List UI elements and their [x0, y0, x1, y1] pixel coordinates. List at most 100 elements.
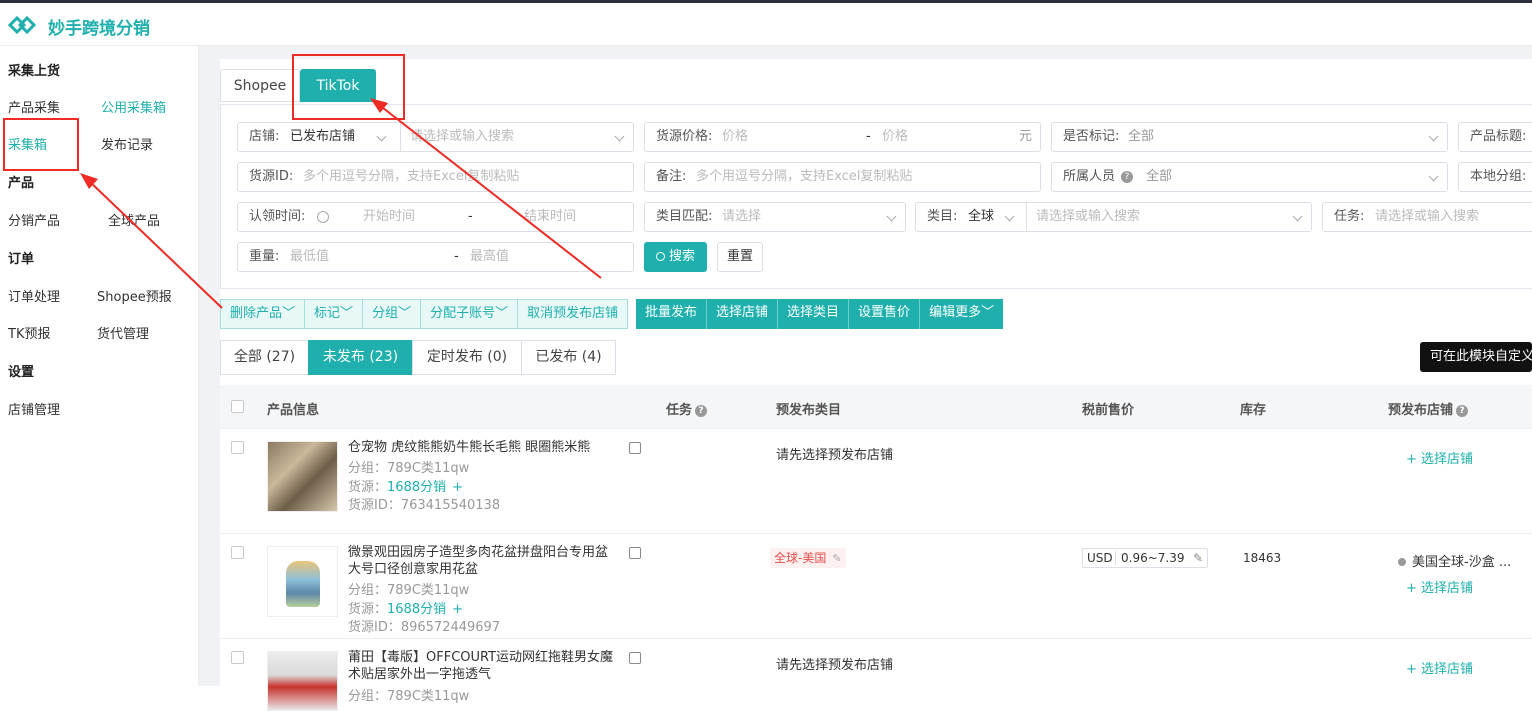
sidebar-item-tk-forecast[interactable]: TK预报 — [8, 323, 50, 342]
price-max-placeholder: 价格 — [882, 129, 909, 144]
edit-icon[interactable] — [629, 547, 641, 559]
main-area: Shopee TikTok 店铺: 已发布店铺 请选择或输入搜索 货源价格: 价… — [199, 46, 1532, 711]
status-tab-unpublished[interactable]: 未发布 (23) — [308, 340, 413, 375]
logo-icon — [8, 15, 36, 35]
edit-icon[interactable] — [629, 652, 641, 664]
task-placeholder: 请选择或输入搜索 — [1375, 209, 1480, 224]
note-filter[interactable]: 备注: 多个用逗号分隔，支持Excel复制粘贴 — [644, 162, 1041, 192]
sidebar-section-order: 订单 — [8, 252, 35, 267]
delete-product-dropdown[interactable]: 删除产品﹀ — [220, 299, 306, 329]
local-group-filter[interactable]: 本地分组: — [1458, 162, 1532, 192]
select-all-checkbox[interactable] — [231, 400, 244, 413]
product-image[interactable] — [267, 651, 338, 711]
category-tag[interactable]: 全球-美国 ✎ — [770, 548, 846, 568]
marked-filter[interactable]: 是否标记: 全部 — [1051, 122, 1448, 152]
edit-icon[interactable] — [629, 442, 641, 454]
sidebar-item-shopee-forecast[interactable]: Shopee预报 — [97, 286, 172, 305]
cat-label: 类目: — [927, 209, 958, 224]
prepublish-store: 美国全球-沙盒 ... — [1398, 551, 1511, 570]
chevron-down-icon: ﹀ — [398, 306, 412, 321]
product-image[interactable] — [267, 546, 338, 617]
mark-label: 标记 — [314, 306, 341, 321]
bulk-actions-light: 删除产品﹀ 标记﹀ 分组﹀ 分配子账号﹀ 取消预发布店铺 — [220, 299, 629, 329]
pencil-icon[interactable]: ✎ — [1193, 549, 1203, 567]
claim-time-filter[interactable]: 认领时间: 开始时间 - 结束时间 — [237, 202, 634, 232]
status-tab-published[interactable]: 已发布 (4) — [521, 340, 616, 375]
batch-publish-button[interactable]: 批量发布 — [636, 299, 708, 329]
edit-more-dropdown[interactable]: 编辑更多﹀ — [920, 299, 1004, 329]
sidebar-item-collect-box[interactable]: 采集箱 — [8, 134, 47, 153]
select-category-button[interactable]: 选择类目 — [778, 299, 850, 329]
product-source: 货源：1688分销 + — [348, 598, 463, 617]
task-filter[interactable]: 任务: 请选择或输入搜索 — [1322, 202, 1532, 232]
title-label: 产品标题: — [1470, 129, 1527, 144]
price-filter[interactable]: 货源价格: 价格 - 价格 元 — [644, 122, 1041, 152]
cat-value: 全球 — [968, 209, 995, 224]
owner-filter[interactable]: 所属人员 ? 全部 — [1051, 162, 1448, 192]
col-stock: 库存 — [1240, 403, 1267, 418]
source-id-filter[interactable]: 货源ID: 多个用逗号分隔，支持Excel复制粘贴 — [237, 162, 634, 192]
row-checkbox[interactable] — [231, 546, 244, 559]
sidebar-item-global-product[interactable]: 全球产品 — [108, 210, 160, 229]
product-image[interactable] — [267, 441, 338, 512]
category-filter[interactable]: 类目: 全球 请选择或输入搜索 — [915, 202, 1312, 232]
source-prefix: 货源： — [348, 602, 388, 617]
row-checkbox[interactable] — [231, 651, 244, 664]
sidebar-item-product-collect[interactable]: 产品采集 — [8, 97, 60, 116]
price-unit: 元 — [1019, 129, 1033, 144]
cancel-prepublish-button[interactable]: 取消预发布店铺 — [518, 299, 629, 329]
plus-icon[interactable]: + — [452, 480, 463, 495]
product-image-shape — [286, 561, 320, 607]
group-dropdown[interactable]: 分组﹀ — [363, 299, 422, 329]
weight-filter[interactable]: 重量: 最低值 - 最高值 — [237, 242, 634, 272]
sidebar-item-store-manage[interactable]: 店铺管理 — [8, 399, 60, 418]
status-dot-icon — [1398, 558, 1406, 566]
plus-icon[interactable]: + — [452, 602, 463, 617]
source-id-label: 货源ID: — [249, 169, 294, 184]
sidebar-item-order-process[interactable]: 订单处理 — [8, 286, 60, 305]
select-store-link[interactable]: + 选择店铺 — [1406, 448, 1473, 467]
source-link[interactable]: 1688分销 — [387, 480, 446, 495]
sidebar-item-public-box[interactable]: 公用采集箱 — [101, 97, 166, 116]
select-store-button[interactable]: 选择店铺 — [707, 299, 779, 329]
chevron-down-icon: ﹀ — [495, 306, 509, 321]
status-tab-scheduled[interactable]: 定时发布 (0) — [412, 340, 522, 375]
select-store-link[interactable]: + 选择店铺 — [1406, 577, 1473, 596]
owner-value: 全部 — [1146, 169, 1173, 184]
table-row: 仓宠物 虎纹熊熊奶牛熊长毛熊 眼圈熊米熊 分组：789C类11qw 货源：168… — [220, 429, 1532, 534]
task-label: 任务: — [1334, 209, 1365, 224]
table-header: 产品信息 任务? 预发布类目 税前售价 库存 预发布店铺? — [220, 385, 1532, 429]
pencil-icon[interactable]: ✎ — [832, 552, 841, 565]
product-title[interactable]: 莆田【毒版】OFFCOURT运动网红拖鞋男女魔术贴居家外出一字拖透气 — [348, 649, 620, 683]
select-store-link[interactable]: + 选择店铺 — [1406, 658, 1473, 677]
source-link[interactable]: 1688分销 — [387, 602, 446, 617]
product-title[interactable]: 仓宠物 虎纹熊熊奶牛熊长毛熊 眼圈熊米熊 — [348, 439, 620, 456]
tab-tiktok[interactable]: TikTok — [300, 69, 376, 102]
status-tab-all[interactable]: 全部 (27) — [220, 340, 309, 375]
source-id-placeholder: 多个用逗号分隔，支持Excel复制粘贴 — [303, 169, 520, 184]
claim-dash: - — [468, 209, 473, 224]
category-match-filter[interactable]: 类目匹配: 请选择 — [644, 202, 906, 232]
price-label: 货源价格: — [656, 129, 713, 144]
sidebar-item-dist-product[interactable]: 分销产品 — [8, 210, 60, 229]
mark-dropdown[interactable]: 标记﹀ — [305, 299, 364, 329]
set-price-button[interactable]: 设置售价 — [849, 299, 921, 329]
search-icon — [655, 252, 665, 261]
content-panel: Shopee TikTok 店铺: 已发布店铺 请选择或输入搜索 货源价格: 价… — [220, 59, 1532, 711]
cat-match-label: 类目匹配: — [656, 209, 713, 224]
price-input[interactable]: USD 0.96~7.39 ✎ — [1082, 548, 1208, 568]
product-title[interactable]: 微景观田园房子造型多肉花盆拼盘阳台专用盆大号口径创意家用花盆 — [348, 544, 620, 578]
assign-subaccount-dropdown[interactable]: 分配子账号﹀ — [421, 299, 519, 329]
title-filter[interactable]: 产品标题: — [1458, 122, 1532, 152]
store-filter[interactable]: 店铺: 已发布店铺 请选择或输入搜索 — [237, 122, 634, 152]
chevron-down-icon: ﹀ — [282, 306, 296, 321]
marked-label: 是否标记: — [1063, 129, 1120, 144]
source-prefix: 货源： — [348, 480, 388, 495]
sidebar-item-forwarder[interactable]: 货代管理 — [97, 323, 149, 342]
row-checkbox[interactable] — [231, 441, 244, 454]
help-icon: ? — [1456, 404, 1469, 417]
search-button[interactable]: 搜索 — [644, 242, 707, 272]
tab-shopee[interactable]: Shopee — [220, 69, 300, 102]
sidebar-item-publish-record[interactable]: 发布记录 — [101, 134, 153, 153]
reset-button[interactable]: 重置 — [717, 242, 763, 272]
